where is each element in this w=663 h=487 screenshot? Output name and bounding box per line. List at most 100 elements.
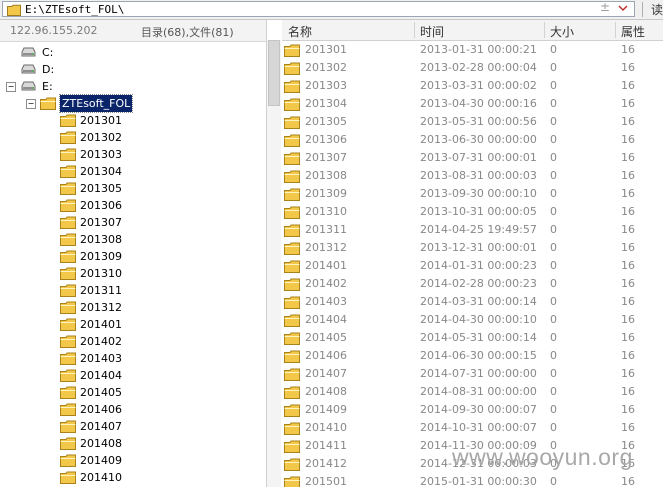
list-item[interactable]: 201312 2013-12-31 00:00:01 0 16 — [282, 239, 663, 257]
collapse-icon[interactable]: − — [26, 99, 36, 109]
column-divider[interactable] — [615, 22, 616, 38]
cell-attr: 16 — [621, 331, 635, 344]
list-item[interactable]: 201409 2014-09-30 00:00:07 0 16 — [282, 401, 663, 419]
cell-name: 201501 — [305, 475, 347, 487]
folder-icon — [60, 471, 76, 487]
list-item[interactable]: 201410 2014-10-31 00:00:07 0 16 — [282, 419, 663, 437]
list-item[interactable]: 201303 2013-03-31 00:00:02 0 16 — [282, 77, 663, 95]
list-item[interactable]: 201407 2014-07-31 00:00:00 0 16 — [282, 365, 663, 383]
cell-time: 2013-10-31 00:00:05 — [420, 205, 537, 218]
list-item[interactable]: 201310 2013-10-31 00:00:05 0 16 — [282, 203, 663, 221]
tree-folder-item[interactable]: 201302 — [58, 129, 266, 146]
tree-folder-item[interactable]: 201409 — [58, 452, 266, 469]
cell-name: 201401 — [305, 259, 347, 272]
tree-label: 201303 — [80, 148, 122, 161]
cell-size: 0 — [550, 169, 557, 182]
list-item[interactable]: 201403 2014-03-31 00:00:14 0 16 — [282, 293, 663, 311]
tree-folder-item[interactable]: 201407 — [58, 418, 266, 435]
toolbar-separator — [642, 2, 643, 17]
cell-size: 0 — [550, 295, 557, 308]
tree-scrollbar[interactable] — [267, 40, 281, 487]
tree-folder-item[interactable]: 201310 — [58, 265, 266, 282]
tree-drive-d[interactable]: D: — [4, 61, 266, 78]
cell-attr: 16 — [621, 61, 635, 74]
read-button[interactable]: 读 — [651, 1, 663, 18]
list-item[interactable]: 201307 2013-07-31 00:00:01 0 16 — [282, 149, 663, 167]
list-item[interactable]: 201406 2014-06-30 00:00:15 0 16 — [282, 347, 663, 365]
list-item[interactable]: 201404 2014-04-30 00:00:10 0 16 — [282, 311, 663, 329]
list-item[interactable]: 201308 2013-08-31 00:00:03 0 16 — [282, 167, 663, 185]
cell-attr: 16 — [621, 295, 635, 308]
cell-time: 2013-05-31 00:00:56 — [420, 115, 537, 128]
tree-folder-item[interactable]: 201301 — [58, 112, 266, 129]
list-item[interactable]: 201401 2014-01-31 00:00:23 0 16 — [282, 257, 663, 275]
cell-attr: 16 — [621, 169, 635, 182]
list-item[interactable]: 201501 2015-01-31 00:00:30 0 16 — [282, 473, 663, 487]
collapse-icon[interactable]: − — [6, 82, 16, 92]
cell-size: 0 — [550, 259, 557, 272]
list-item[interactable]: 201408 2014-08-31 00:00:00 0 16 — [282, 383, 663, 401]
tree-folder-item[interactable]: 201309 — [58, 248, 266, 265]
tree-folder-root[interactable]: − ZTEsoft_FOL — [24, 94, 266, 113]
column-time-header[interactable]: 时间 — [420, 23, 444, 40]
list-item[interactable]: 201311 2014-04-25 19:49:57 0 16 — [282, 221, 663, 239]
tree-label: 201309 — [80, 250, 122, 263]
tree-label: 201409 — [80, 454, 122, 467]
cell-time: 2014-09-30 00:00:07 — [420, 403, 537, 416]
column-divider[interactable] — [544, 22, 545, 38]
list-item[interactable]: 201301 2013-01-31 00:00:21 0 16 — [282, 41, 663, 59]
tree-label: 201311 — [80, 284, 122, 297]
tree-folder-item[interactable]: 201305 — [58, 180, 266, 197]
tree-folder-item[interactable]: 201410 — [58, 469, 266, 486]
tree-label: 201401 — [80, 318, 122, 331]
tree-folder-item[interactable]: 201401 — [58, 316, 266, 333]
cell-attr: 16 — [621, 43, 635, 56]
tree-label: 201405 — [80, 386, 122, 399]
tree-folder-item[interactable]: 201304 — [58, 163, 266, 180]
tree-folder-item[interactable]: 201311 — [58, 282, 266, 299]
cell-time: 2014-01-31 00:00:23 — [420, 259, 537, 272]
cell-name: 201411 — [305, 439, 347, 452]
list-item[interactable]: 201305 2013-05-31 00:00:56 0 16 — [282, 113, 663, 131]
column-size-header[interactable]: 大小 — [550, 23, 574, 40]
cell-attr: 16 — [621, 115, 635, 128]
cell-size: 0 — [550, 187, 557, 200]
tree-label: 201312 — [80, 301, 122, 314]
address-field[interactable]: E:\ZTEsoft_FOL\ — [2, 1, 635, 17]
add-icon[interactable]: ± — [600, 0, 610, 14]
cell-size: 0 — [550, 115, 557, 128]
list-item[interactable]: 201402 2014-02-28 00:00:23 0 16 — [282, 275, 663, 293]
tree-drive-c[interactable]: C: — [4, 44, 266, 61]
scrollbar-thumb[interactable] — [268, 40, 280, 106]
tree-folder-item[interactable]: 201406 — [58, 401, 266, 418]
tree-folder-item[interactable]: 201404 — [58, 367, 266, 384]
tree-folder-item[interactable]: 201405 — [58, 384, 266, 401]
tree-folder-item[interactable]: 201402 — [58, 333, 266, 350]
cell-attr: 16 — [621, 151, 635, 164]
cell-attr: 16 — [621, 79, 635, 92]
tree-folder-item[interactable]: 201303 — [58, 146, 266, 163]
cell-size: 0 — [550, 133, 557, 146]
tree-folder-item[interactable]: 201307 — [58, 214, 266, 231]
column-divider[interactable] — [414, 22, 415, 38]
column-name-header[interactable]: 名称 — [288, 23, 312, 40]
tree-drive-e[interactable]: − E: — [4, 78, 266, 95]
tree-folder-item[interactable]: 201403 — [58, 350, 266, 367]
cell-name: 201406 — [305, 349, 347, 362]
cell-size: 0 — [550, 349, 557, 362]
tree-folder-item[interactable]: 201306 — [58, 197, 266, 214]
list-item[interactable]: 201302 2013-02-28 00:00:04 0 16 — [282, 59, 663, 77]
list-item[interactable]: 201306 2013-06-30 00:00:00 0 16 — [282, 131, 663, 149]
cell-name: 201310 — [305, 205, 347, 218]
tree-folder-item[interactable]: 201312 — [58, 299, 266, 316]
cell-name: 201407 — [305, 367, 347, 380]
chevron-down-icon[interactable] — [618, 3, 628, 13]
cell-time: 2014-03-31 00:00:14 — [420, 295, 537, 308]
list-item[interactable]: 201309 2013-09-30 00:00:10 0 16 — [282, 185, 663, 203]
tree-folder-item[interactable]: 201408 — [58, 435, 266, 452]
tree-folder-item[interactable]: 201308 — [58, 231, 266, 248]
list-item[interactable]: 201304 2013-04-30 00:00:16 0 16 — [282, 95, 663, 113]
column-attr-header[interactable]: 属性 — [621, 23, 645, 40]
cell-name: 201303 — [305, 79, 347, 92]
list-item[interactable]: 201405 2014-05-31 00:00:14 0 16 — [282, 329, 663, 347]
